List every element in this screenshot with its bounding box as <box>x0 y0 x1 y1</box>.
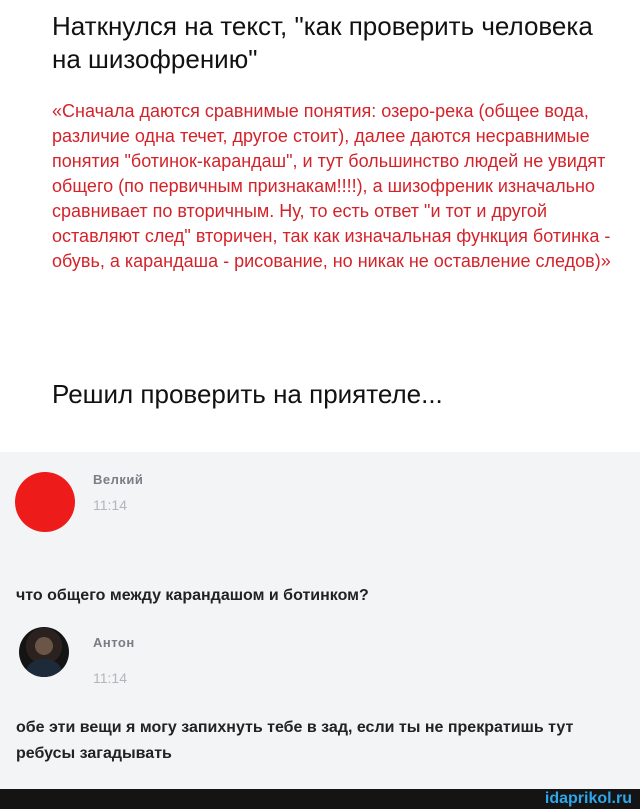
meme-header: Наткнулся на текст, "как проверить челов… <box>0 0 640 452</box>
message-time: 11:14 <box>93 497 127 513</box>
message-text: обе эти вещи я могу запихнуть тебе в зад… <box>16 719 574 762</box>
watermark-link[interactable]: idaprikol.ru <box>545 790 632 808</box>
post-subtitle: Решил проверить на приятеле... <box>52 379 443 409</box>
message-text: что общего между карандашом и ботинком? <box>16 587 369 604</box>
quoted-text: «Сначала даются сравнимые понятия: озеро… <box>52 101 611 271</box>
footer-bar: idaprikol.ru <box>0 789 640 809</box>
avatar[interactable] <box>15 472 75 532</box>
message-author[interactable]: Велкий <box>93 472 143 487</box>
message-time: 11:14 <box>93 670 127 686</box>
avatar[interactable] <box>19 627 69 677</box>
message-author[interactable]: Антон <box>93 635 135 650</box>
post-title: Наткнулся на текст, "как проверить челов… <box>52 11 593 74</box>
avatar-photo-detail <box>27 659 61 677</box>
chat-screenshot: Велкий 11:14 что общего между карандашом… <box>0 452 640 789</box>
